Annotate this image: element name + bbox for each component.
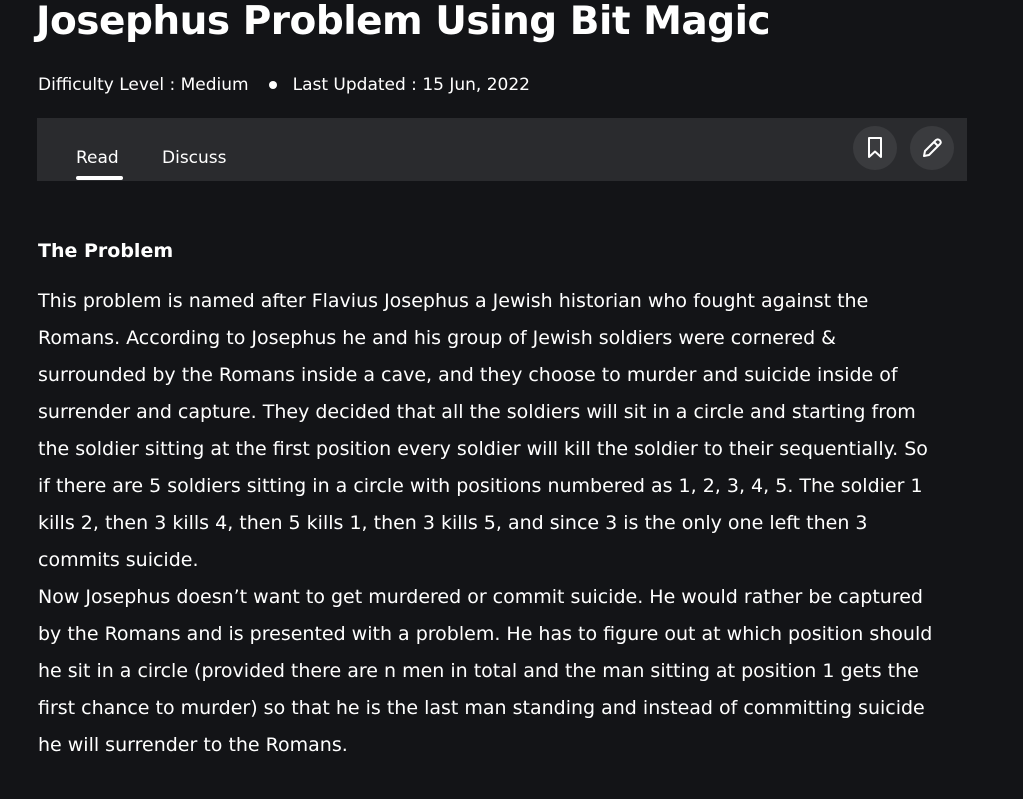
text-line: This problem is named after Flavius Jose… — [38, 290, 869, 312]
text-line: by the Romans and is presented with a pr… — [38, 623, 933, 645]
text-line: if there are 5 soldiers sitting in a cir… — [38, 475, 923, 497]
article-body: This problem is named after Flavius Jose… — [38, 283, 978, 764]
tab-read[interactable]: Read — [76, 148, 119, 168]
text-line: surrender and capture. They decided that… — [38, 401, 916, 423]
text-line: Now Josephus doesn’t want to get murdere… — [38, 586, 923, 608]
article-meta: Difficulty Level : Medium Last Updated :… — [38, 72, 530, 98]
text-line: surrounded by the Romans inside a cave, … — [38, 364, 898, 386]
text-line: he will surrender to the Romans. — [38, 734, 348, 756]
active-tab-indicator — [76, 176, 123, 180]
difficulty-level: Difficulty Level : Medium — [38, 75, 249, 95]
section-heading: The Problem — [38, 240, 174, 262]
bookmark-icon — [868, 137, 882, 158]
edit-button[interactable] — [910, 126, 954, 170]
text-line: commits suicide. — [38, 549, 199, 571]
text-line: first chance to murder) so that he is th… — [38, 697, 925, 719]
separator-dot-icon — [268, 81, 277, 89]
article-title: Josephus Problem Using Bit Magic — [36, 0, 771, 44]
pencil-icon — [923, 138, 942, 157]
text-line: kills 2, then 3 kills 4, then 5 kills 1,… — [38, 512, 868, 534]
text-line: Romans. According to Josephus he and his… — [38, 327, 836, 349]
text-line: the soldier sitting at the first positio… — [38, 438, 928, 460]
last-updated: Last Updated : 15 Jun, 2022 — [292, 75, 530, 95]
text-line: he sit in a circle (provided there are n… — [38, 660, 919, 682]
tab-discuss[interactable]: Discuss — [162, 148, 227, 168]
bookmark-button[interactable] — [853, 126, 897, 170]
article-tab-bar: Read Discuss — [37, 118, 967, 181]
